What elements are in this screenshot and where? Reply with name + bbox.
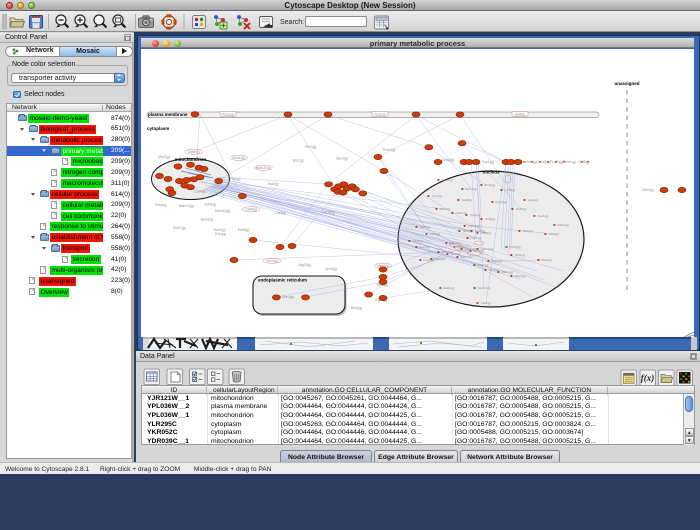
svg-text:Mdm10(g): Mdm10(g) [215, 209, 230, 213]
svg-text:Snx4(g): Snx4(g) [266, 259, 278, 263]
svg-text:Clb5(g): Clb5(g) [481, 231, 491, 235]
svg-text:Kip1(g): Kip1(g) [528, 198, 538, 202]
svg-text:Fkh2(g): Fkh2(g) [440, 207, 451, 211]
svg-text:Sdh3(g): Sdh3(g) [205, 203, 217, 207]
svg-text:Top2(g): Top2(g) [432, 194, 443, 198]
svg-text:Sec2(g): Sec2(g) [336, 157, 348, 161]
svg-text:Cla4(g): Cla4(g) [275, 211, 286, 215]
svg-text:plasma membrane: plasma membrane [148, 112, 188, 117]
svg-text:End3(g): End3(g) [238, 228, 250, 232]
svg-text:cytoplasm: cytoplasm [147, 126, 169, 131]
svg-text:Ent1(g): Ent1(g) [215, 232, 226, 236]
svg-text:Swi5(g): Swi5(g) [462, 198, 473, 202]
svg-text:Clb2(g): Clb2(g) [430, 232, 440, 236]
svg-text:Dnm1(g): Dnm1(g) [173, 226, 186, 230]
svg-text:Mka1(g): Mka1(g) [501, 270, 512, 274]
svg-text:Gal4(g): Gal4(g) [492, 259, 502, 263]
svg-text:Sec4(g): Sec4(g) [351, 306, 363, 310]
svg-text:Sst2(g): Sst2(g) [268, 182, 279, 186]
svg-text:Mdm12(g): Mdm12(g) [179, 204, 194, 208]
svg-text:Bir1(g): Bir1(g) [523, 229, 532, 233]
svg-text:Spt5(g): Spt5(g) [516, 207, 526, 211]
svg-text:Esp1(g): Esp1(g) [482, 160, 494, 164]
svg-text:Tim10(g): Tim10(g) [382, 148, 395, 152]
svg-text:Caf4(g): Caf4(g) [195, 190, 206, 194]
svg-text:Hst1(g): Hst1(g) [542, 258, 552, 262]
svg-text:Esc1(g): Esc1(g) [420, 245, 431, 249]
svg-text:Dbf2(g): Dbf2(g) [515, 253, 525, 257]
svg-text:Fps1(g): Fps1(g) [374, 112, 385, 116]
svg-text:Mrp2(g): Mrp2(g) [158, 155, 170, 159]
svg-text:Fis1(g): Fis1(g) [230, 177, 240, 181]
svg-text:Hxt4(g): Hxt4(g) [515, 112, 526, 116]
svg-text:Smc2(g): Smc2(g) [441, 178, 453, 182]
svg-text:Sir4(g): Sir4(g) [489, 268, 498, 272]
svg-text:Pex7(g): Pex7(g) [305, 145, 317, 149]
svg-text:Ase1(g): Ase1(g) [538, 214, 549, 218]
svg-text:Cdc6(g): Cdc6(g) [470, 236, 481, 240]
svg-text:Spo12(g): Spo12(g) [478, 286, 491, 290]
svg-text:Smc4(g): Smc4(g) [442, 158, 454, 162]
svg-text:Lte1(g): Lte1(g) [435, 257, 445, 261]
svg-text:Pma1(g): Pma1(g) [222, 112, 235, 116]
svg-text:nucleus: nucleus [482, 170, 500, 175]
svg-text:Mke1(g): Mke1(g) [514, 274, 525, 278]
svg-text:Mdm30(g): Mdm30(g) [256, 166, 271, 170]
svg-text:Cdc14(g): Cdc14(g) [481, 247, 494, 251]
svg-text:Ndd1(g): Ndd1(g) [455, 211, 466, 215]
svg-text:mitochondrion: mitochondrion [175, 157, 207, 162]
svg-text:Atg20(g): Atg20(g) [299, 263, 312, 267]
svg-text:Vps5(g): Vps5(g) [325, 267, 337, 271]
svg-text:Rap1(g): Rap1(g) [423, 258, 434, 262]
svg-text:Gin4(g): Gin4(g) [485, 217, 495, 221]
svg-text:Yku7(g): Yku7(g) [413, 239, 424, 243]
svg-text:Yak1(g): Yak1(g) [481, 301, 492, 305]
svg-text:endoplasmic reticulum: endoplasmic reticulum [258, 278, 307, 283]
svg-text:Hho1(g): Hho1(g) [477, 263, 488, 267]
svg-text:Brn1(g): Brn1(g) [485, 183, 495, 187]
svg-text:Mcm1(g): Mcm1(g) [465, 187, 477, 191]
svg-text:Num1(g): Num1(g) [201, 218, 214, 222]
svg-text:Vps1(g): Vps1(g) [292, 159, 304, 163]
svg-text:Sir2(g): Sir2(g) [549, 232, 558, 236]
svg-text:Cdc5(g): Cdc5(g) [509, 245, 520, 249]
svg-text:Cdc24(g): Cdc24(g) [322, 210, 336, 214]
svg-text:Sdh4(g): Sdh4(g) [155, 203, 167, 207]
svg-text:Unk3(g): Unk3(g) [642, 188, 654, 192]
svg-text:Rpb2(g): Rpb2(g) [495, 200, 506, 204]
svg-text:f(x): f(x) [641, 373, 655, 383]
svg-text:unassigned: unassigned [614, 81, 639, 86]
svg-text:Cdc28(g): Cdc28(g) [468, 224, 481, 228]
svg-text:Fob1(g): Fob1(g) [444, 286, 455, 290]
svg-text:Mad1(g): Mad1(g) [557, 223, 569, 227]
svg-text:Swi4(g): Swi4(g) [420, 225, 431, 229]
svg-text:Mdv1(g): Mdv1(g) [233, 156, 245, 160]
svg-text:Hsl1(g): Hsl1(g) [470, 213, 480, 217]
svg-text:Cin8(g): Cin8(g) [505, 188, 515, 192]
svg-text:Sdh1(g): Sdh1(g) [188, 150, 200, 154]
svg-text:Mon1(g): Mon1(g) [282, 295, 294, 299]
svg-text:Caf40(g): Caf40(g) [245, 208, 258, 212]
